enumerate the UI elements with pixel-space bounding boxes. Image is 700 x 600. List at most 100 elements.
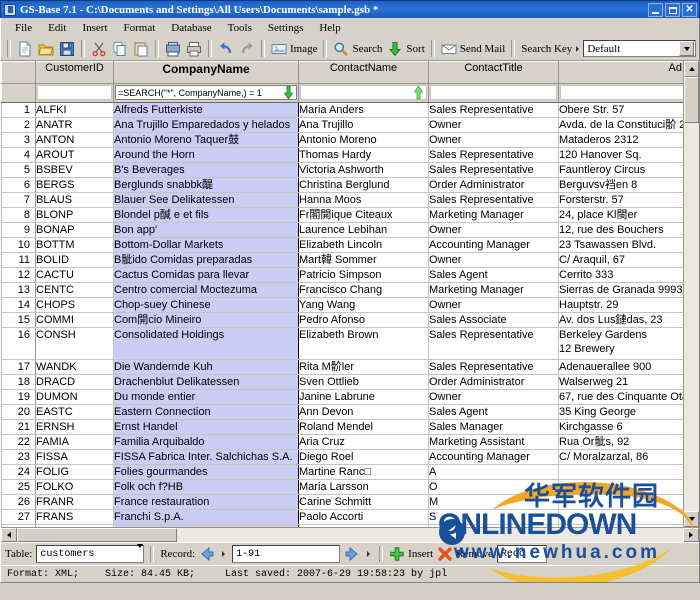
cell-address[interactable] — [558, 479, 683, 495]
table-row[interactable]: 7 BLAUS Blauer See Delikatessen Hanna Moos S… — [1, 192, 683, 208]
record-range-input[interactable]: 1-91 — [232, 545, 341, 563]
row-number[interactable]: 20 — [1, 404, 36, 420]
cell-address[interactable]: Kirchgasse 6 — [558, 419, 683, 435]
row-number[interactable]: 5 — [1, 162, 36, 178]
cell-address[interactable]: Berguvsv裆en 8 — [558, 177, 683, 193]
search-cell-contact-name[interactable] — [298, 83, 429, 103]
cell-contact-title[interactable]: Owner — [428, 132, 559, 148]
cell-contact-name[interactable]: Paolo Accorti — [298, 509, 429, 525]
cell-address[interactable]: Adenauerallee 900 — [558, 359, 683, 375]
cell-company-name[interactable]: Consolidated Holdings — [113, 327, 299, 360]
cell-contact-title[interactable]: Sales Representative — [428, 162, 559, 178]
next-record-icon[interactable] — [344, 546, 360, 562]
cell-address[interactable] — [558, 494, 683, 510]
cell-contact-name[interactable]: Antonio Moreno — [298, 132, 429, 148]
cell-contact-name[interactable]: Roland Mendel — [298, 419, 429, 435]
cell-address[interactable]: 35 King George — [558, 404, 683, 420]
cell-contact-name[interactable]: Martine Ranc□ — [298, 464, 429, 480]
cell-contact-name[interactable]: Hanna Moos — [298, 192, 429, 208]
print-preview-button[interactable] — [163, 38, 183, 59]
cell-contact-title[interactable]: Marketing Manager — [428, 282, 559, 298]
table-row[interactable]: 18 DRACD Drachenblut Delikatessen Sven Ottl… — [1, 374, 683, 390]
cell-address[interactable]: Avda. de la Constituci骱 2222 — [558, 117, 683, 133]
cell-customer-id[interactable]: CHOPS — [35, 297, 114, 313]
table-row[interactable]: 12 CACTU Cactus Comidas para llevar Patrici… — [1, 267, 683, 283]
cell-customer-id[interactable]: ANATR — [35, 117, 114, 133]
open-file-button[interactable] — [36, 38, 56, 59]
new-document-button[interactable] — [15, 38, 35, 59]
cell-customer-id[interactable]: FISSA — [35, 449, 114, 465]
vertical-scroll-thumb[interactable] — [684, 77, 699, 123]
cell-customer-id[interactable]: BLONP — [35, 207, 114, 223]
cell-company-name[interactable]: Blauer See Delikatessen — [113, 192, 299, 208]
cell-customer-id[interactable]: ERNSH — [35, 419, 114, 435]
previous-record-icon[interactable] — [199, 546, 215, 562]
cell-address[interactable]: Berkeley Gardens 12 Brewery — [558, 327, 683, 360]
cell-address[interactable]: 24, place Kl閩er — [558, 207, 683, 223]
cell-address[interactable]: Cerrito 333 — [558, 267, 683, 283]
cell-customer-id[interactable]: BSBEV — [35, 162, 114, 178]
cell-company-name[interactable]: Around the Horn — [113, 147, 299, 163]
row-number[interactable]: 22 — [1, 434, 36, 450]
cell-company-name[interactable]: France restauration — [113, 494, 299, 510]
table-row[interactable]: 13 CENTC Centro comercial Moctezuma Francis… — [1, 282, 683, 298]
menu-item-file[interactable]: File — [7, 20, 40, 36]
cell-company-name[interactable]: Drachenblut Delikatessen — [113, 374, 299, 390]
cell-contact-title[interactable]: Sales Representative — [428, 102, 559, 118]
horizontal-scroll-thumb[interactable] — [17, 528, 177, 542]
table-row[interactable]: 16 CONSH Consolidated Holdings Elizabeth Br… — [1, 327, 683, 360]
cell-address[interactable]: 67, rue des Cinquante Otages — [558, 389, 683, 405]
cell-contact-name[interactable]: Elizabeth Brown — [298, 327, 429, 360]
row-number[interactable]: 16 — [1, 327, 36, 360]
column-header-contact-name[interactable]: ContactName — [298, 61, 429, 84]
cell-contact-name[interactable]: Laurence Lebihan — [298, 222, 429, 238]
row-number[interactable]: 18 — [1, 374, 36, 390]
cell-company-name[interactable]: Antonio Moreno Taquer鼓 — [113, 132, 299, 148]
menu-item-tools[interactable]: Tools — [220, 20, 260, 36]
menu-item-settings[interactable]: Settings — [260, 20, 311, 36]
table-row[interactable]: 19 DUMON Du monde entier Janine Labrune Owne… — [1, 389, 683, 405]
cell-company-name[interactable]: Ana Trujillo Emparedados y helados — [113, 117, 299, 133]
cell-contact-name[interactable]: Maria Larsson — [298, 479, 429, 495]
table-row[interactable]: 27 FRANS Franchi S.p.A. Paolo Accorti S — [1, 509, 683, 525]
cell-company-name[interactable]: Die Wandernde Kuh — [113, 359, 299, 375]
row-number[interactable]: 2 — [1, 117, 36, 133]
cell-contact-name[interactable]: Carine Schmitt — [298, 494, 429, 510]
cell-contact-title[interactable]: Accounting Manager — [428, 237, 559, 253]
cell-address[interactable]: 23 Tsawassen Blvd. — [558, 237, 683, 253]
table-select-arrow[interactable] — [137, 544, 144, 560]
table-row[interactable]: 14 CHOPS Chop-suey Chinese Yang Wang Owner Ha… — [1, 297, 683, 313]
cell-company-name[interactable]: Chop-suey Chinese — [113, 297, 299, 313]
cell-address[interactable] — [558, 509, 683, 525]
table-row[interactable]: 25 FOLKO Folk och f?HB Maria Larsson O — [1, 479, 683, 495]
cell-contact-name[interactable]: Janine Labrune — [298, 389, 429, 405]
cell-contact-title[interactable]: M — [428, 494, 559, 510]
table-row[interactable]: 4 AROUT Around the Horn Thomas Hardy Sales R… — [1, 147, 683, 163]
row-number[interactable]: 28 — [1, 524, 36, 527]
cell-address[interactable]: Fauntleroy Circus — [558, 162, 683, 178]
cell-contact-name[interactable]: Aria Cruz — [298, 434, 429, 450]
record-extra-field[interactable]: Reco — [496, 545, 547, 563]
row-number[interactable]: 3 — [1, 132, 36, 148]
cell-company-name[interactable]: Familia Arquibaldo — [113, 434, 299, 450]
cell-contact-title[interactable]: Accounting Manager — [428, 449, 559, 465]
search-cell-company-name[interactable]: =SEARCH("*", CompanyName,) = 1 — [113, 83, 299, 103]
cell-contact-name[interactable]: Patricio Simpson — [298, 267, 429, 283]
cell-customer-id[interactable]: FAMIA — [35, 434, 114, 450]
cell-customer-id[interactable]: BERGS — [35, 177, 114, 193]
cell-customer-id[interactable]: CENTC — [35, 282, 114, 298]
cell-address[interactable] — [558, 464, 683, 480]
cell-contact-title[interactable]: Order Administrator — [428, 177, 559, 193]
table-row[interactable]: 1 ALFKI Alfreds Futterkiste Maria Anders Sal… — [1, 102, 683, 118]
table-row[interactable]: 20 EASTC Eastern Connection Ann Devon Sales … — [1, 404, 683, 420]
table-row[interactable]: 22 FAMIA Familia Arquibaldo Aria Cruz Market… — [1, 434, 683, 450]
cell-contact-title[interactable]: Order Administrator — [428, 374, 559, 390]
cell-customer-id[interactable]: FOLIG — [35, 464, 114, 480]
search-formula-input[interactable]: =SEARCH("*", CompanyName,) = 1 — [115, 85, 297, 100]
cell-customer-id[interactable]: CONSH — [35, 327, 114, 360]
cell-company-name[interactable]: Bon app' — [113, 222, 299, 238]
column-header-contact-title[interactable]: ContactTitle — [428, 61, 559, 84]
paste-button[interactable] — [131, 38, 151, 59]
row-number[interactable]: 10 — [1, 237, 36, 253]
search-button[interactable]: Search — [331, 38, 384, 59]
